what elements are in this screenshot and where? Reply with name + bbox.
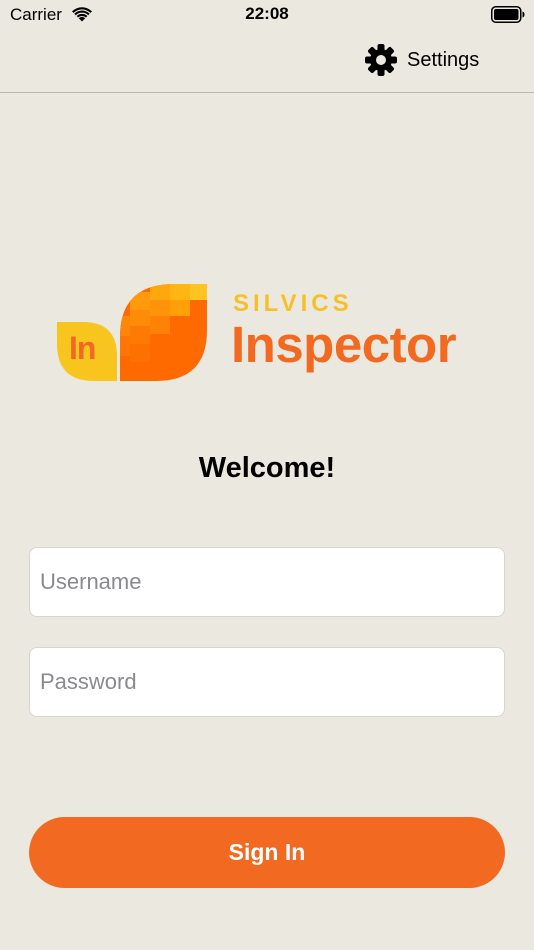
welcome-heading: Welcome! — [198, 452, 336, 484]
sign-in-button[interactable]: Sign In — [29, 817, 505, 888]
logo-in-text: In — [69, 330, 96, 366]
clock: 22:08 — [245, 4, 289, 23]
password-field[interactable] — [29, 647, 505, 717]
status-bar: Carrier 22:08 — [0, 0, 534, 30]
navigation-bar: Settings — [0, 30, 534, 93]
username-field[interactable] — [29, 547, 505, 617]
battery-icon — [491, 6, 525, 23]
logo-inspector-text: Inspector — [231, 316, 457, 373]
settings-label: Settings — [407, 48, 480, 71]
login-screen: Carrier 22:08 Settings In SILVICS Inspec… — [0, 0, 534, 950]
settings-button[interactable]: Settings — [364, 42, 479, 78]
gear-icon — [365, 44, 397, 76]
logo-silvics-text: SILVICS — [233, 290, 353, 317]
silvics-inspector-logo: In SILVICS Inspector — [56, 282, 481, 384]
